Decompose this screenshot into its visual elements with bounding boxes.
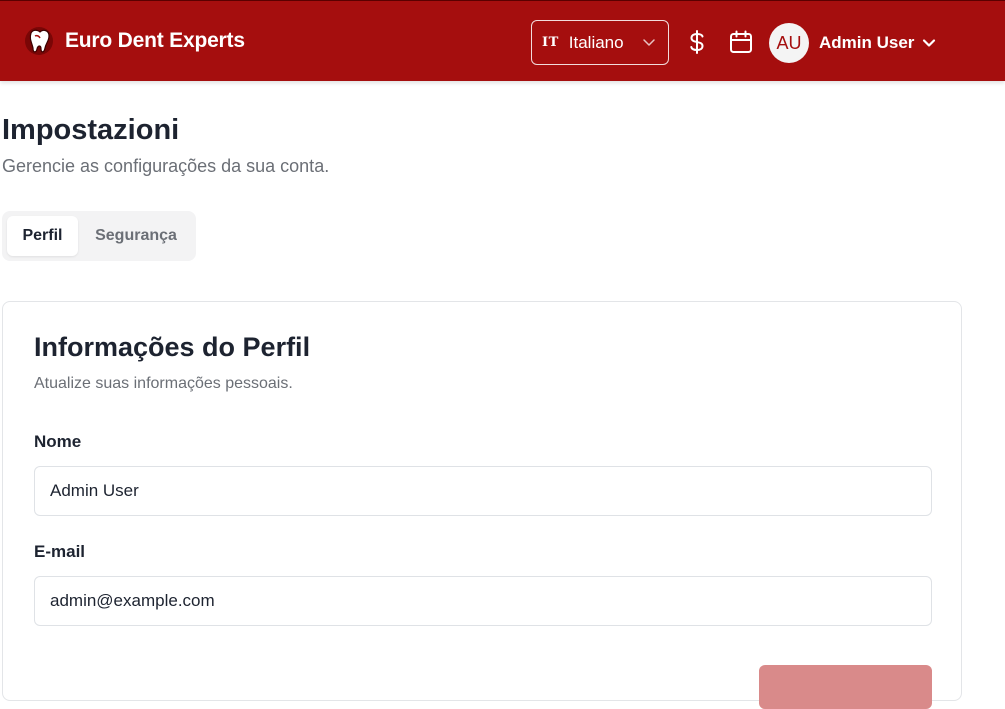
chevron-down-icon[interactable] bbox=[921, 35, 937, 51]
user-name[interactable]: Admin User bbox=[819, 33, 914, 53]
dollar-icon bbox=[690, 30, 704, 54]
currency-button[interactable] bbox=[683, 28, 711, 56]
card-subtitle: Atualize suas informações pessoais. bbox=[34, 375, 293, 392]
save-button[interactable] bbox=[759, 665, 932, 709]
tab-security[interactable]: Segurança bbox=[82, 216, 190, 256]
top-navigation-bar: Euro Dent Experts IT Italiano AU Admin U… bbox=[0, 0, 1005, 81]
calendar-button[interactable] bbox=[727, 28, 755, 56]
email-input[interactable] bbox=[34, 576, 932, 626]
tooth-logo-icon bbox=[25, 27, 53, 55]
avatar[interactable]: AU bbox=[769, 23, 809, 63]
calendar-icon bbox=[730, 30, 752, 53]
chevron-down-icon bbox=[643, 39, 655, 46]
settings-tabs: Perfil Segurança bbox=[2, 211, 196, 261]
profile-card: Informações do Perfil Atualize suas info… bbox=[2, 301, 962, 709]
brand-name: Euro Dent Experts bbox=[65, 29, 245, 52]
page-subtitle: Gerencie as configurações da sua conta. bbox=[2, 156, 330, 176]
language-label: Italiano bbox=[568, 32, 624, 52]
tab-profile[interactable]: Perfil bbox=[7, 216, 78, 256]
card-title: Informações do Perfil bbox=[34, 332, 311, 362]
name-input[interactable] bbox=[34, 466, 932, 516]
name-label: Nome bbox=[34, 432, 82, 451]
page-title: Impostazioni bbox=[2, 114, 180, 146]
brand[interactable]: Euro Dent Experts bbox=[22, 23, 245, 59]
email-label: E-mail bbox=[34, 542, 86, 561]
language-select[interactable]: IT Italiano bbox=[531, 20, 669, 65]
language-code: IT bbox=[542, 35, 559, 50]
